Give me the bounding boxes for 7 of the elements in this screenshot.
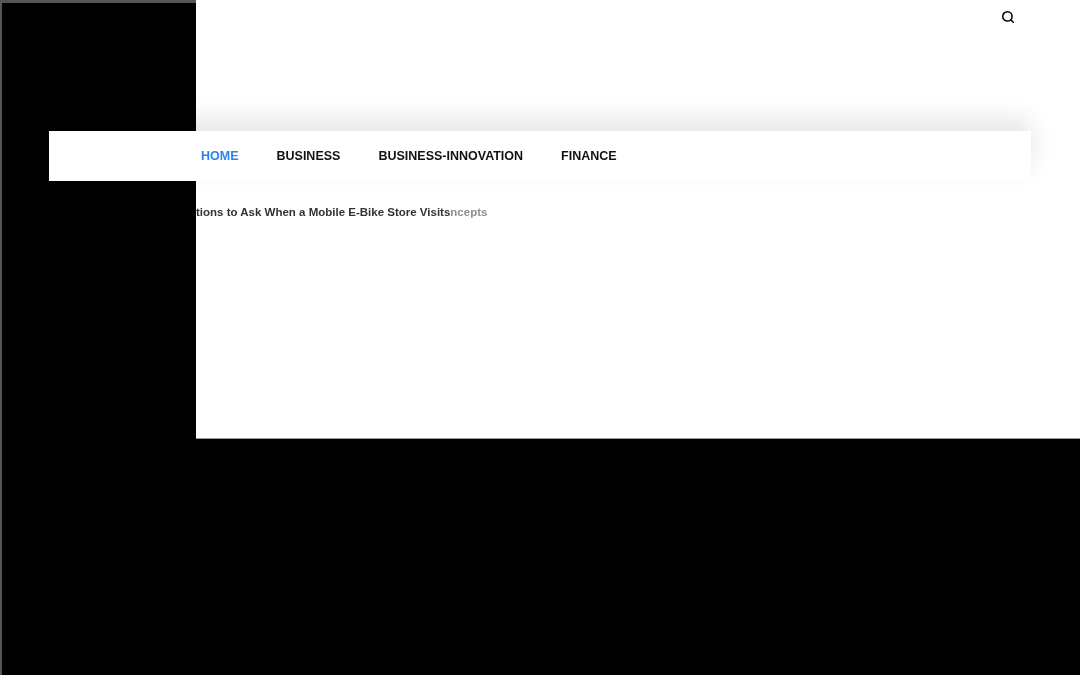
- nav-link[interactable]: FINANCE: [561, 148, 617, 164]
- ticker-headline[interactable]: tions to Ask When a Mobile E-Bike Store Visits: [196, 205, 451, 219]
- nav-link[interactable]: HOME: [201, 148, 239, 164]
- search-icon[interactable]: [1001, 10, 1015, 24]
- nav-link[interactable]: BUSINESS-INNOVATION: [378, 148, 524, 164]
- faded-headline: ncepts: [450, 205, 488, 219]
- nav-link[interactable]: BUSINESS: [276, 148, 341, 164]
